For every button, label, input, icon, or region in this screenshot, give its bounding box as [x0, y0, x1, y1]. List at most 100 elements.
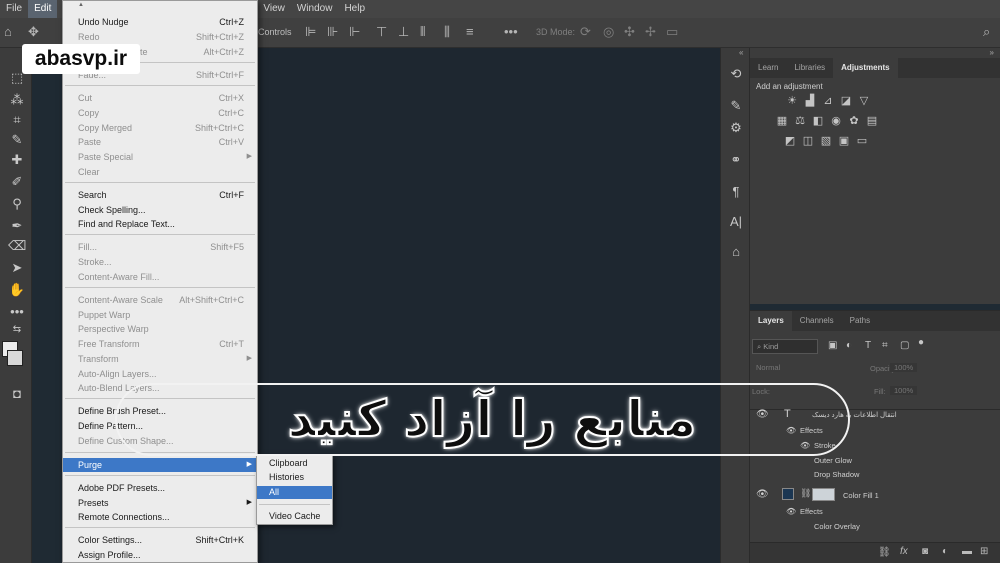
filter-toggle-icon[interactable]: ● — [918, 337, 924, 348]
filter-pixel-icon[interactable]: ▣ — [828, 340, 837, 351]
align-right-icon[interactable]: ⊩ — [349, 24, 360, 40]
menu-item-assign-profile[interactable]: Assign Profile... — [63, 548, 257, 562]
menu-item-puppet-warp[interactable]: Puppet Warp — [63, 308, 257, 322]
menu-item-presets[interactable]: Presets ▶ — [63, 496, 257, 510]
3d-pan-icon[interactable]: ✣ — [624, 24, 635, 40]
scroll-up-icon[interactable]: ▲ — [78, 2, 84, 8]
menu-item-transform[interactable]: Transform ▶ — [63, 352, 257, 366]
menu-item-copy[interactable]: Copy Ctrl+C — [63, 106, 257, 120]
photo-filter-icon[interactable]: ◉ — [828, 114, 844, 127]
align-middle-icon[interactable]: ⊥ — [398, 24, 409, 40]
align-center-icon[interactable]: ⊪ — [327, 24, 338, 40]
menu-item-stroke[interactable]: Stroke... — [63, 255, 257, 269]
threshold-icon[interactable]: ▧ — [818, 134, 834, 147]
menu-item-content-aware-scale[interactable]: Content-Aware Scale Alt+Shift+Ctrl+C — [63, 293, 257, 307]
new-layer-icon[interactable]: ⊞ — [980, 546, 988, 557]
distribute-icon[interactable]: ⫴ — [420, 24, 425, 40]
layer-name[interactable]: Color Fill 1 — [843, 491, 879, 500]
menu-item-copy-merged[interactable]: Copy Merged Shift+Ctrl+C — [63, 121, 257, 135]
brightness-contrast-icon[interactable]: ☀ — [784, 94, 800, 107]
menu-view[interactable]: View — [257, 0, 291, 18]
background-color-swatch[interactable] — [7, 350, 23, 366]
menu-item-purge[interactable]: Purge ▶ — [63, 458, 257, 472]
color-lookup-icon[interactable]: ▤ — [864, 114, 880, 127]
collapse-panels-icon[interactable]: « — [739, 48, 743, 57]
menu-item-search[interactable]: Search Ctrl+F — [63, 188, 257, 202]
3d-slide-icon[interactable]: ✢ — [645, 24, 656, 40]
properties-icon[interactable]: ⚙ — [727, 120, 745, 136]
new-group-icon[interactable]: ▬ — [962, 546, 972, 557]
3d-orbit-icon[interactable]: ⟳ — [580, 24, 591, 40]
invert-icon[interactable]: ◩ — [782, 134, 798, 147]
3d-roll-icon[interactable]: ◎ — [603, 24, 614, 40]
menu-item-adobe-pdf-presets[interactable]: Adobe PDF Presets... — [63, 481, 257, 495]
purge-video-cache[interactable]: Video Cache — [257, 510, 332, 523]
healing-brush-icon[interactable]: ✚ — [8, 152, 26, 168]
menu-item-paste[interactable]: Paste Ctrl+V — [63, 135, 257, 149]
3d-scale-icon[interactable]: ▭ — [666, 24, 678, 40]
home-icon[interactable]: ⌂ — [4, 24, 12, 39]
effect-drop-shadow[interactable]: Drop Shadow — [814, 470, 859, 479]
menu-help[interactable]: Help — [338, 0, 371, 18]
path-selection-icon[interactable]: ➤ — [8, 260, 26, 276]
filter-adjustment-icon[interactable]: ◐ — [846, 340, 852, 351]
curves-icon[interactable]: ⊿ — [820, 94, 836, 107]
fill-input[interactable]: 100% — [890, 386, 918, 395]
edit-toolbar-icon[interactable]: ••• — [8, 304, 26, 319]
channel-mixer-icon[interactable]: ✿ — [846, 114, 862, 127]
tab-layers[interactable]: Layers — [750, 311, 792, 331]
quick-mask-icon[interactable]: ◘ — [8, 386, 26, 401]
align-top-icon[interactable]: ⊤ — [376, 24, 387, 40]
history-icon[interactable]: ⟲ — [727, 66, 745, 82]
menu-item-check-spelling[interactable]: Check Spelling... — [63, 203, 257, 217]
effect-outer-glow[interactable]: Outer Glow — [814, 456, 852, 465]
adjustment-layer-icon[interactable]: ◐ — [942, 546, 948, 557]
menu-window[interactable]: Window — [291, 0, 339, 18]
add-mask-icon[interactable]: ◙ — [922, 546, 928, 557]
purge-all[interactable]: All — [257, 486, 332, 499]
menu-item-perspective-warp[interactable]: Perspective Warp — [63, 322, 257, 336]
transform-controls-label[interactable]: Controls — [258, 27, 292, 37]
vibrance-icon[interactable]: ▽ — [856, 94, 872, 107]
tab-libraries[interactable]: Libraries — [786, 58, 833, 78]
link-layers-icon[interactable]: ⛓ — [878, 547, 891, 558]
eyedropper-icon[interactable]: ✎ — [8, 132, 26, 148]
purge-histories[interactable]: Histories — [257, 471, 332, 484]
effects-eye-icon[interactable]: 👁 — [786, 507, 796, 516]
eraser-icon[interactable]: ⌫ — [8, 238, 26, 254]
menu-item-auto-align-layers[interactable]: Auto-Align Layers... — [63, 367, 257, 381]
opacity-input[interactable]: 100% — [890, 363, 918, 372]
tab-learn[interactable]: Learn — [750, 58, 786, 78]
distribute-vertical-icon[interactable]: ≡ — [466, 24, 474, 39]
panel-collapse-icon[interactable]: » — [990, 48, 994, 57]
hand-tool-icon[interactable]: ✋ — [8, 282, 26, 298]
tab-paths[interactable]: Paths — [842, 311, 878, 331]
menu-item-clear[interactable]: Clear — [63, 165, 257, 179]
filter-smart-object-icon[interactable]: ▢ — [900, 340, 909, 351]
brush-tool-icon[interactable]: ✐ — [8, 174, 26, 190]
effect-color-overlay[interactable]: Color Overlay — [814, 522, 860, 531]
fx-icon[interactable]: fx — [900, 546, 908, 557]
swap-colors-icon[interactable]: ⇆ — [8, 324, 26, 335]
exposure-icon[interactable]: ◪ — [838, 94, 854, 107]
move-tool-icon[interactable]: ✥ — [28, 24, 39, 40]
menu-item-content-aware-fill[interactable]: Content-Aware Fill... — [63, 270, 257, 284]
levels-icon[interactable]: ▟ — [802, 94, 818, 107]
filter-shape-icon[interactable]: ⌗ — [882, 340, 888, 351]
menu-item-cut[interactable]: Cut Ctrl+X — [63, 91, 257, 105]
hue-saturation-icon[interactable]: ▦ — [774, 114, 790, 127]
selective-color-icon[interactable]: ▣ — [836, 134, 852, 147]
menu-item-redo[interactable]: Redo Shift+Ctrl+Z — [63, 30, 257, 44]
menu-item-remote-connections[interactable]: Remote Connections... — [63, 510, 257, 524]
menu-item-fill[interactable]: Fill... Shift+F5 — [63, 240, 257, 254]
align-left-icon[interactable]: ⊫ — [305, 24, 316, 40]
crop-tool-icon[interactable]: ⌗ — [8, 112, 26, 128]
menu-file[interactable]: File — [0, 0, 28, 18]
magic-wand-icon[interactable]: ⁂ — [8, 92, 26, 108]
paragraph-icon[interactable]: ¶ — [727, 184, 745, 199]
visibility-eye-icon[interactable]: 👁 — [756, 489, 769, 500]
character-styles-icon[interactable]: ⚭ — [727, 152, 745, 168]
layer-filter-select[interactable]: ⌕ Kind — [752, 339, 818, 354]
gradient-map-icon[interactable]: ▭ — [854, 134, 870, 147]
menu-edit[interactable]: Edit — [28, 0, 58, 18]
